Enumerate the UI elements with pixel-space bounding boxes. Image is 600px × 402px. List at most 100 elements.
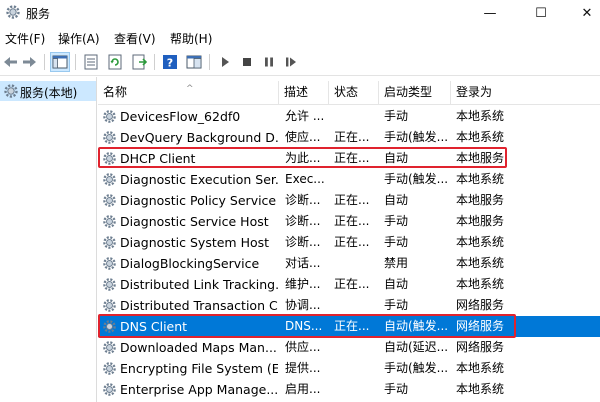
column-header-label: 名称 [103,85,128,99]
minimize-button[interactable]: — [467,0,513,26]
cell-startup-type: 手动(触发... [384,361,449,375]
service-gear-icon [102,340,117,355]
console-view-icon[interactable] [185,53,203,71]
cell-startup-type: 手动 [384,382,409,396]
menu-view[interactable]: 查看(V) [114,30,156,47]
console-tree-icon[interactable] [50,52,70,72]
cell-description: 启用... [285,382,321,396]
cell-description: 协调... [285,298,321,312]
cell-log-on-as: 本地系统 [456,256,505,270]
refresh-icon[interactable] [106,53,124,71]
cell-description: 对话... [285,256,321,270]
cell-log-on-as: 本地系统 [456,109,505,123]
cell-log-on-as: 本地系统 [456,277,505,291]
table-row[interactable]: Downloaded Maps Man... 供应... 自动(延迟... 网络服务 [98,337,600,358]
cell-startup-type: 手动(触发... [384,130,449,144]
cell-description: 供应... [285,340,321,354]
cell-description: 允许 ... [285,109,325,123]
cell-name: DialogBlockingService [120,256,260,271]
table-row[interactable]: Encrypting File System (E... 提供... 手动(触发..… [98,358,600,379]
cell-status [334,106,378,127]
table-row[interactable]: DevQuery Background D... 使应... 正在... 手动(触发.… [98,127,600,148]
table-row[interactable]: Diagnostic Policy Service 诊断... 正在... 自动 本地服… [98,190,600,211]
table-row[interactable]: DialogBlockingService 对话... 禁用 本地系统 [98,253,600,274]
service-gear-icon [102,256,117,271]
tree-item-label: 服务(本地) [20,86,78,100]
cell-status: 正在... [334,130,370,144]
pause-service-icon[interactable] [260,53,278,71]
cell-startup-type: 手动 [384,298,409,312]
service-gear-icon [102,235,117,250]
cell-status [334,295,378,316]
window-title: 服务 [26,7,51,21]
svg-text:?: ? [167,57,173,70]
cell-description: 提供... [285,361,321,375]
cell-description: 诊断... [285,235,321,249]
cell-log-on-as: 本地系统 [456,361,505,375]
cell-name: DevQuery Background D... [120,130,278,145]
menu-action[interactable]: 操作(A) [58,30,100,47]
cell-name: DevicesFlow_62df0 [120,109,241,124]
export-list-icon[interactable] [130,53,148,71]
cell-name: Distributed Transaction C... [120,298,278,313]
cell-startup-type: 自动 [384,277,409,291]
help-icon[interactable]: ? [161,53,179,71]
cell-status [334,358,378,379]
cell-startup-type: 手动 [384,235,409,249]
menu-help[interactable]: 帮助(H) [170,30,212,47]
highlight-box-dns-client [98,314,516,338]
column-header-log-on-as[interactable]: 登录为 [451,81,521,105]
cell-log-on-as: 本地系统 [456,172,505,186]
table-row[interactable]: Diagnostic Service Host 诊断... 正在... 手动 本地服务 [98,211,600,232]
service-gear-icon [102,298,117,313]
menu-file[interactable]: 文件(F) [5,30,45,47]
cell-name: Downloaded Maps Man... [120,340,277,355]
cell-status: 正在... [334,214,370,228]
cell-description: Exec... [285,172,325,186]
column-header-status[interactable]: 状态 [329,81,379,105]
cell-status: 正在... [334,235,370,249]
service-gear-icon [102,277,117,292]
console-tree-pane[interactable]: 服务(本地) [0,77,97,402]
stop-service-icon[interactable] [238,53,256,71]
column-header-name[interactable]: ^ 名称 [98,81,279,105]
cell-startup-type: 自动(延迟... [384,340,449,354]
properties-icon[interactable] [82,53,100,71]
start-service-icon[interactable] [216,53,234,71]
table-row[interactable]: Distributed Link Tracking... 维护... 正在... 自动… [98,274,600,295]
close-button[interactable]: ✕ [564,0,600,26]
service-gear-icon [102,193,117,208]
tree-item-local-services[interactable]: 服务(本地) [0,81,96,101]
column-header-description[interactable]: 描述 [279,81,329,105]
services-list-pane: ^ 名称 描述 状态 启动类型 登录为 DevicesFlow_62df0 允许 … [98,77,600,402]
maximize-button[interactable]: ☐ [518,0,564,26]
cell-name: Distributed Link Tracking... [120,277,278,292]
service-gear-icon [102,361,117,376]
restart-service-icon[interactable] [282,53,300,71]
column-header-row: ^ 名称 描述 状态 启动类型 登录为 [98,81,600,105]
cell-description: 使应... [285,130,321,144]
cell-status [334,337,378,358]
forward-arrow-icon[interactable] [20,53,38,71]
cell-log-on-as: 本地系统 [456,130,505,144]
table-row[interactable]: Enterprise App Manage... 启用... 手动 本地系统 [98,379,600,400]
cell-log-on-as: 本地服务 [456,214,505,228]
table-row[interactable]: Distributed Transaction C... 协调... 手动 网络服务 [98,295,600,316]
service-gear-icon [102,130,117,145]
cell-name: Encrypting File System (E... [120,361,278,376]
toolbar-separator [209,54,210,70]
back-arrow-icon[interactable] [2,53,20,71]
table-row[interactable]: DevicesFlow_62df0 允许 ... 手动 本地系统 [98,106,600,127]
table-row[interactable]: Diagnostic Execution Ser... Exec... 手动(触发.… [98,169,600,190]
cell-name: Enterprise App Manage... [120,382,278,397]
cell-status [334,379,378,400]
menu-bar: 文件(F) 操作(A) 查看(V) 帮助(H) [0,26,600,48]
cell-startup-type: 自动 [384,193,409,207]
table-row[interactable]: Diagnostic System Host 诊断... 正在... 手动 本地系统 [98,232,600,253]
cell-log-on-as: 网络服务 [456,340,505,354]
services-gear-icon [4,84,18,98]
cell-name: Diagnostic Service Host [120,214,269,229]
column-header-startup-type[interactable]: 启动类型 [379,81,451,105]
cell-startup-type: 禁用 [384,256,409,270]
cell-startup-type: 手动 [384,109,409,123]
